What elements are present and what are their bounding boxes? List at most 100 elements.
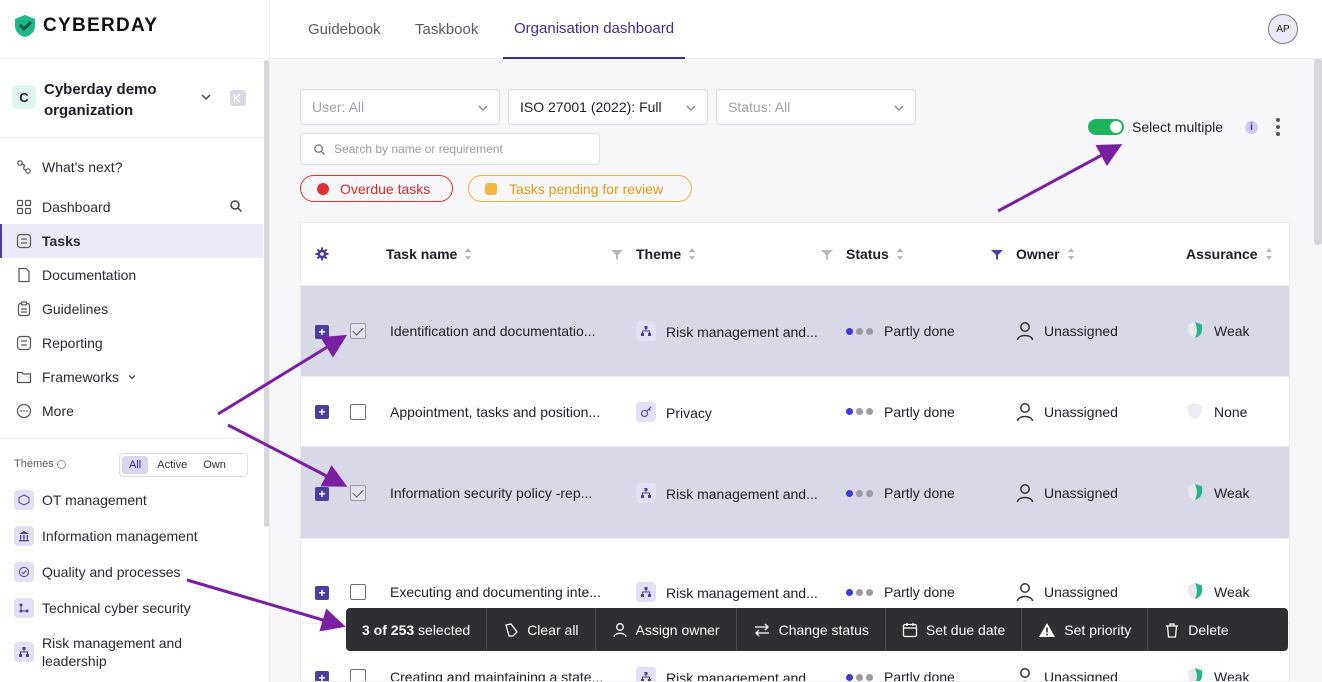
task-name[interactable]: Creating and maintaining a state... (390, 669, 603, 681)
status-dots (846, 589, 873, 596)
framework-filter-value: ISO 27001 (2022): Full (520, 99, 662, 115)
task-owner[interactable]: Unassigned (1044, 323, 1118, 339)
task-theme: Risk management and... (666, 670, 818, 682)
filter-icon[interactable] (611, 250, 623, 260)
task-name[interactable]: Executing and documenting inte... (390, 584, 601, 600)
sort-icon[interactable] (689, 248, 696, 260)
column-status[interactable]: Status (846, 223, 904, 285)
task-name[interactable]: Information security policy -rep... (390, 485, 592, 501)
chevron-down-icon[interactable] (200, 91, 212, 103)
nav-tasks[interactable]: Tasks (0, 224, 263, 258)
row-checkbox[interactable] (350, 584, 366, 600)
theme-label: Information management (42, 528, 198, 544)
nav-label: What's next? (42, 159, 123, 175)
filter-icon[interactable] (821, 250, 833, 260)
tab-guidebook[interactable]: Guidebook (308, 0, 381, 59)
column-theme[interactable]: Theme (636, 223, 696, 285)
task-owner[interactable]: Unassigned (1044, 584, 1118, 600)
table-row[interactable]: + Appointment, tasks and position... Pri… (301, 376, 1289, 446)
task-owner[interactable]: Unassigned (1044, 485, 1118, 501)
set-priority-label: Set priority (1064, 621, 1132, 638)
user-avatar[interactable]: AP (1268, 14, 1298, 44)
sidebar-scrollbar[interactable] (264, 60, 269, 527)
row-checkbox[interactable] (350, 669, 366, 681)
task-status[interactable]: Partly done (884, 323, 955, 339)
row-checkbox[interactable] (350, 485, 366, 501)
collapse-sidebar-button[interactable] (230, 90, 246, 106)
task-name[interactable]: Appointment, tasks and position... (390, 404, 600, 420)
column-assurance[interactable]: Assurance (1186, 223, 1273, 285)
task-owner[interactable]: Unassigned (1044, 404, 1118, 420)
sort-icon[interactable] (1067, 248, 1075, 260)
info-icon[interactable]: i (1245, 121, 1258, 134)
pending-review-button[interactable]: Tasks pending for review (468, 175, 692, 202)
set-due-date-button[interactable]: Set due date (886, 608, 1023, 651)
theme-item-information-management[interactable]: Information management (0, 526, 263, 546)
expand-row-button[interactable]: + (315, 671, 329, 681)
search-input[interactable]: Search by name or requirement (300, 133, 600, 165)
theme-item-technical-cyber-security[interactable]: Technical cyber security (0, 598, 263, 618)
task-theme: Risk management and... (666, 486, 818, 502)
main-scrollbar[interactable] (1314, 59, 1322, 245)
nav-dashboard[interactable]: Dashboard (0, 190, 263, 224)
task-owner[interactable]: Unassigned (1044, 669, 1118, 681)
tab-taskbook[interactable]: Taskbook (415, 0, 478, 59)
column-settings-icon[interactable] (315, 223, 329, 285)
task-name[interactable]: Identification and documentatio... (390, 323, 595, 339)
column-label: Status (846, 246, 889, 262)
expand-row-button[interactable]: + (315, 487, 329, 501)
task-status[interactable]: Partly done (884, 669, 955, 681)
overdue-tasks-button[interactable]: Overdue tasks (300, 175, 453, 202)
expand-row-button[interactable]: + (315, 586, 329, 600)
expand-row-button[interactable]: + (315, 325, 329, 339)
overdue-label: Overdue tasks (340, 180, 431, 197)
themes-filter-active[interactable]: Active (150, 456, 194, 474)
row-checkbox[interactable] (350, 404, 366, 420)
table-row[interactable]: + Identification and documentatio... Ris… (301, 285, 1289, 376)
theme-item-risk-management[interactable]: Risk management and leadership (0, 633, 263, 671)
nav-frameworks[interactable]: Frameworks (0, 360, 263, 394)
nav-whats-next[interactable]: What's next? (0, 150, 263, 184)
org-switcher[interactable]: C Cyberday demo organization (0, 58, 263, 138)
change-status-button[interactable]: Change status (737, 608, 886, 651)
themes-filter-all[interactable]: All (122, 456, 149, 474)
tab-organisation-dashboard[interactable]: Organisation dashboard (503, 0, 686, 59)
nav-guidelines[interactable]: Guidelines (0, 292, 263, 326)
info-icon[interactable] (56, 459, 66, 469)
row-checkbox[interactable] (350, 323, 366, 339)
themes-filter-own[interactable]: Own (196, 456, 233, 474)
theme-item-ot-management[interactable]: OT management (0, 490, 263, 510)
user-filter-select[interactable]: User: All (300, 89, 500, 125)
status-filter-select[interactable]: Status: All (716, 89, 916, 125)
task-status[interactable]: Partly done (884, 584, 955, 600)
sort-icon[interactable] (896, 248, 904, 260)
clear-all-button[interactable]: Clear all (487, 608, 596, 651)
table-row[interactable]: + Information security policy -rep... Ri… (301, 446, 1289, 538)
column-owner[interactable]: Owner (1016, 223, 1075, 285)
nav-more[interactable]: More (0, 394, 263, 428)
select-multiple-toggle[interactable] (1088, 119, 1124, 135)
nav-reporting[interactable]: Reporting (0, 326, 263, 360)
brand-name: CYBERDAY (43, 15, 159, 36)
expand-row-button[interactable]: + (315, 405, 329, 419)
theme-item-quality-and-processes[interactable]: Quality and processes (0, 562, 263, 582)
org-name: Cyberday demo organization (44, 81, 157, 119)
filter-active-icon[interactable] (991, 250, 1003, 260)
search-icon[interactable] (229, 199, 243, 213)
set-due-date-label: Set due date (925, 621, 1006, 638)
sort-icon[interactable] (465, 248, 472, 260)
task-status[interactable]: Partly done (884, 404, 955, 420)
assign-owner-button[interactable]: Assign owner (596, 608, 737, 651)
more-options-icon[interactable] (1276, 118, 1280, 139)
set-priority-button[interactable]: Set priority (1022, 608, 1149, 651)
framework-filter-select[interactable]: ISO 27001 (2022): Full (508, 89, 708, 125)
task-status[interactable]: Partly done (884, 485, 955, 501)
brand-logo[interactable]: CYBERDAY (14, 14, 158, 38)
column-task-name[interactable]: Task name (386, 223, 472, 285)
column-label: Task name (386, 246, 458, 262)
clipboard-icon (16, 301, 32, 317)
pending-label: Tasks pending for review (509, 180, 664, 197)
delete-button[interactable]: Delete (1148, 608, 1244, 651)
sort-icon[interactable] (1265, 248, 1273, 260)
nav-documentation[interactable]: Documentation (0, 258, 263, 292)
